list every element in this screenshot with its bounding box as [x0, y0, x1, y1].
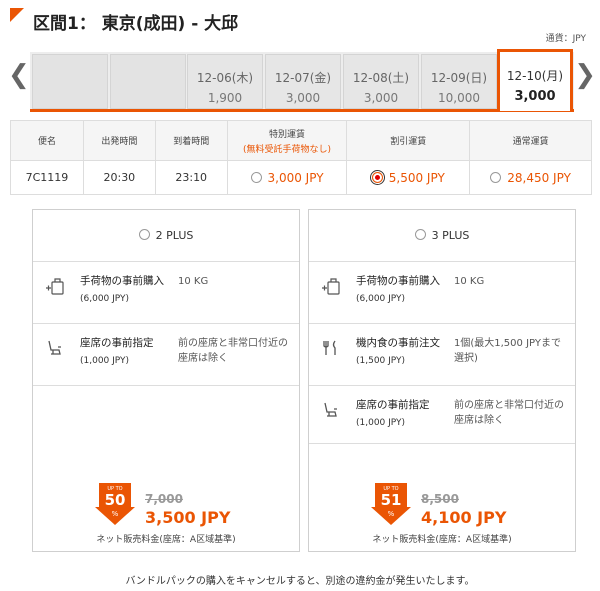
date-tab-price: 1,900 [207, 91, 243, 105]
date-tab[interactable]: 12-09(日) 10,000 [421, 54, 497, 109]
date-tab-selected[interactable]: 12-10(月) 3,000 [497, 49, 573, 111]
depart-time: 20:30 [82, 160, 156, 195]
bundle-price: 3,500 JPY [145, 508, 231, 527]
seat-icon [324, 402, 337, 417]
original-price: 7,000 [145, 492, 183, 506]
date-tab-label: 12-09(日) [430, 71, 488, 85]
discount-fare-price: 5,500 JPY [388, 170, 445, 185]
bundle-item-value: 10 KG [454, 276, 485, 287]
bundle-item-value: 前の座席と非常口付近の座席は除く [454, 400, 564, 426]
svg-text:50: 50 [105, 491, 126, 509]
bundle-name: 3 PLUS [431, 229, 470, 242]
meal-icon [323, 340, 336, 355]
date-tab-label: 12-07(金) [274, 71, 332, 85]
bundle-item-name: 座席の事前指定 (1,000 JPY) [356, 399, 430, 428]
bundle-item-meal: 機内食の事前注文 (1,500 JPY) 1個(最大1,500 JPYまで選択) [309, 324, 575, 386]
date-tab-price: 3,000 [514, 89, 556, 104]
date-tab[interactable]: 12-06(木) 1,900 [187, 54, 263, 109]
normal-fare-radio[interactable] [490, 171, 502, 183]
baggage-plus-icon [322, 278, 340, 295]
fare-table: 便名 出発時間 到着時間 特別運賃 (無料受託手荷物なし) 割引運賃 通常運賃 … [10, 120, 592, 195]
bundle-item-seat: 座席の事前指定 (1,000 JPY) 前の座席と非常口付近の座席は除く [309, 386, 575, 444]
bundle-card-3plus: 3 PLUS 手荷物の事前購入 (6,000 JPY) 10 KG 機内食の事前注… [308, 209, 576, 552]
bundle-item-name: 手荷物の事前購入 (6,000 JPY) [80, 275, 164, 304]
bundle-item-name: 機内食の事前注文 (1,500 JPY) [356, 337, 440, 366]
bundle-item-value: 10 KG [178, 276, 209, 287]
date-tab-label: 12-06(木) [196, 71, 254, 85]
special-fare-price: 3,000 JPY [267, 170, 324, 185]
date-tabs: 12-06(木) 1,900 12-07(金) 3,000 12-08(土) 3… [30, 49, 574, 112]
bundle-item-name: 手荷物の事前購入 (6,000 JPY) [356, 275, 440, 304]
cancellation-note: バンドルパックの購入をキャンセルすると、別途の違約金が発生いたします。 [125, 576, 475, 587]
prev-dates-chevron-left-icon[interactable]: ❮ [8, 62, 30, 88]
original-price: 8,500 [421, 492, 459, 506]
route-header: 区間1： 東京(成田) - 大邱 通貨：JPY [0, 0, 600, 44]
bundle-item-baggage: 手荷物の事前購入 (6,000 JPY) 10 KG [33, 262, 299, 324]
svg-text:%: % [112, 510, 119, 518]
date-tab[interactable]: 12-08(土) 3,000 [343, 54, 419, 109]
section-flag-icon [10, 8, 24, 22]
price-note: ネット販売料金(座席：A区域基準) [96, 535, 236, 545]
price-note: ネット販売料金(座席：A区域基準) [372, 535, 512, 545]
special-fare-option[interactable]: 3,000 JPY [226, 160, 348, 195]
bundle-item-value: 前の座席と非常口付近の座席は除く [178, 338, 288, 364]
col-normal: 通常運賃 [469, 120, 592, 161]
flight-number: 7C1119 [10, 160, 84, 195]
fare-table-header: 便名 出発時間 到着時間 特別運賃 (無料受託手荷物なし) 割引運賃 通常運賃 [10, 120, 592, 161]
col-arrive: 到着時間 [154, 120, 228, 161]
bundle-name: 2 PLUS [155, 229, 194, 242]
date-tab-price: 10,000 [438, 91, 480, 105]
date-tab[interactable]: 12-07(金) 3,000 [265, 54, 341, 109]
date-tab-empty [110, 54, 186, 109]
page-title: 区間1： 東京(成田) - 大邱 [33, 14, 239, 34]
bundle-option-3plus[interactable]: 3 PLUS [309, 210, 575, 262]
col-depart: 出発時間 [82, 120, 156, 161]
bundle-radio[interactable] [414, 229, 426, 240]
bundle-item-seat: 座席の事前指定 (1,000 JPY) 前の座席と非常口付近の座席は除く [33, 324, 299, 386]
bundle-item-name: 座席の事前指定 (1,000 JPY) [80, 337, 154, 366]
bundle-card-2plus: 2 PLUS 手荷物の事前購入 (6,000 JPY) 10 KG 座席の事前指定… [32, 209, 300, 552]
date-tab-price: 3,000 [363, 91, 399, 105]
currency-label: 通貨：JPY [545, 34, 586, 44]
special-fare-radio[interactable] [250, 171, 262, 183]
seat-icon [48, 340, 61, 355]
discount-fare-option[interactable]: 5,500 JPY [346, 160, 471, 195]
discount-fare-radio[interactable] [369, 169, 385, 185]
date-tab-label: 12-08(土) [352, 71, 410, 85]
col-flight: 便名 [10, 120, 84, 161]
bundle-option-2plus[interactable]: 2 PLUS [33, 210, 299, 262]
special-fare-note: (無料受託手荷物なし) [243, 144, 332, 155]
next-dates-chevron-right-icon[interactable]: ❯ [574, 62, 596, 88]
date-tab-price: 3,000 [285, 91, 321, 105]
date-tab-empty [32, 54, 108, 109]
bundle-radio[interactable] [138, 229, 150, 240]
col-discount: 割引運賃 [346, 120, 471, 161]
col-special: 特別運賃 (無料受託手荷物なし) [226, 120, 348, 161]
svg-text:%: % [388, 510, 395, 518]
bundle-price: 4,100 JPY [421, 508, 507, 527]
normal-fare-price: 28,450 JPY [507, 170, 571, 185]
bundle-item-value: 1個(最大1,500 JPYまで選択) [454, 338, 561, 364]
table-row: 7C1119 20:30 23:10 3,000 JPY 5,500 JPY 2… [10, 160, 592, 195]
baggage-plus-icon [46, 278, 64, 295]
date-tab-label: 12-10(月) [506, 69, 564, 83]
discount-badge-icon: UP TO 51 % [371, 483, 411, 525]
date-selector: ❮ 12-06(木) 1,900 12-07(金) 3,000 12-08(土)… [0, 48, 600, 112]
normal-fare-option[interactable]: 28,450 JPY [469, 160, 592, 195]
svg-text:51: 51 [381, 491, 402, 509]
bundle-item-baggage: 手荷物の事前購入 (6,000 JPY) 10 KG [309, 262, 575, 324]
arrive-time: 23:10 [154, 160, 228, 195]
discount-badge-icon: UP TO 50 % [95, 483, 135, 525]
